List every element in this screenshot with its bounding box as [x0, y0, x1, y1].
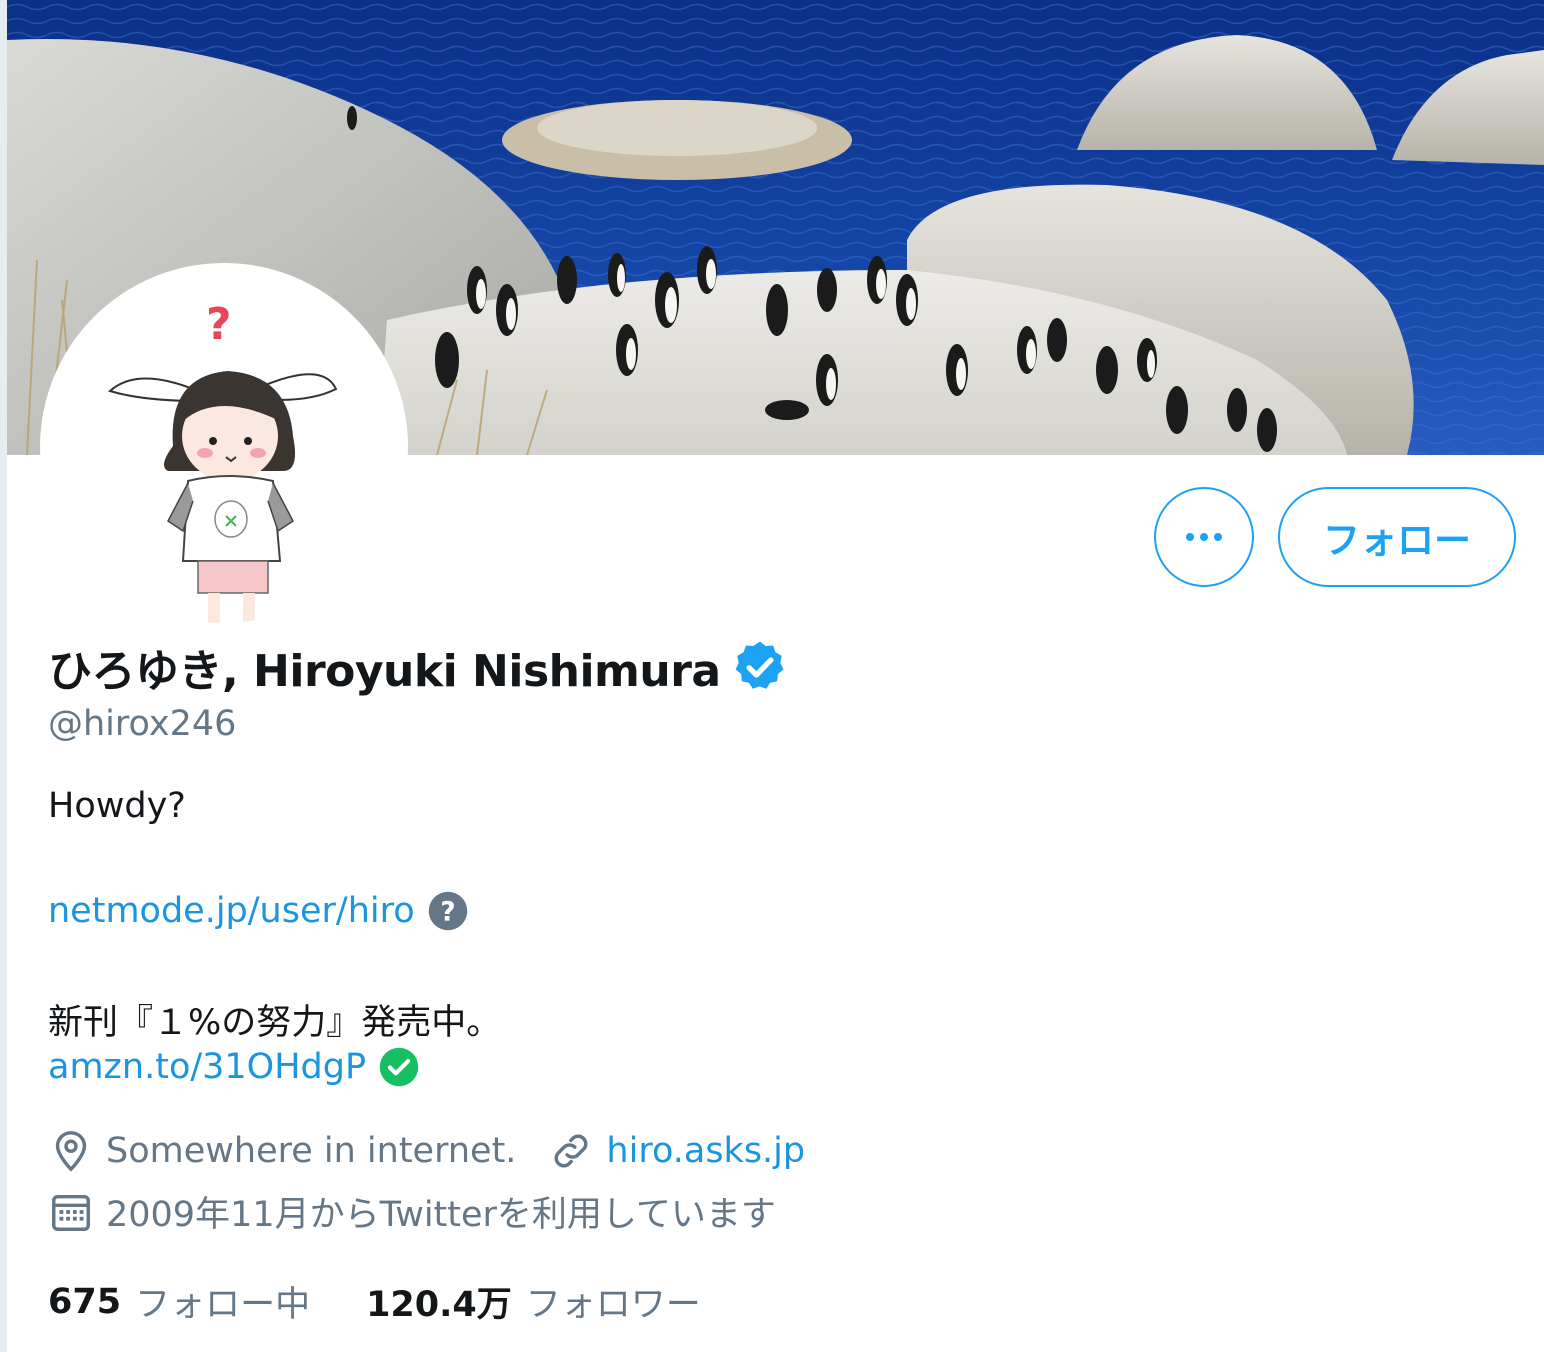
bio-greeting-line: Howdy?: [48, 786, 186, 826]
followers-label: フォロワー: [525, 1285, 701, 1325]
bio-link-amazon[interactable]: amzn.to/31OHdgP: [48, 1047, 366, 1087]
user-handle: @hirox246: [48, 704, 237, 744]
bio-link-netmode[interactable]: netmode.jp/user/hiro: [48, 891, 415, 931]
svg-text:?: ?: [440, 898, 455, 928]
joined-date-text: 2009年11月からTwitterを利用しています: [106, 1195, 776, 1235]
display-name: ひろゆき, Hiroyuki Nishimura: [48, 646, 721, 697]
bio-link2-line: amzn.to/31OHdgP: [48, 1046, 420, 1088]
svg-text:?: ?: [206, 299, 232, 350]
bio-link1-line: netmode.jp/user/hiro ?: [48, 890, 469, 932]
question-circle-icon[interactable]: ?: [427, 890, 469, 932]
followers-stat[interactable]: 120.4万 フォロワー: [366, 1276, 701, 1327]
location-pin-icon: [55, 1131, 87, 1172]
more-options-button[interactable]: [1154, 487, 1254, 587]
check-circle-icon: [379, 1047, 419, 1087]
profile-meta-row: Somewhere in internet. hiro.asks.jp: [48, 1128, 805, 1174]
page-border: [0, 0, 7, 1352]
calendar-icon: [52, 1194, 90, 1231]
verified-badge-icon: [735, 641, 784, 689]
bio-book-announcement: 新刊『１%の努力』発売中。: [48, 1003, 502, 1043]
display-name-row: ひろゆき, Hiroyuki Nishimura: [48, 632, 789, 702]
followers-count: 120.4万: [366, 1285, 512, 1325]
joined-row: 2009年11月からTwitterを利用しています: [48, 1186, 776, 1237]
profile-avatar[interactable]: ?: [40, 263, 408, 631]
avatar-illustration: ?: [48, 271, 400, 623]
bio-book-line: 新刊『１%の努力』発売中。: [48, 994, 501, 1045]
website-link[interactable]: hiro.asks.jp: [606, 1131, 805, 1171]
following-count: 675: [48, 1281, 122, 1322]
link-icon: [554, 1134, 588, 1168]
following-stat[interactable]: 675 フォロー中: [48, 1276, 310, 1327]
location-text: Somewhere in internet.: [106, 1131, 517, 1171]
bio-greeting: Howdy?: [48, 786, 186, 826]
follow-button[interactable]: フォロー: [1278, 487, 1516, 587]
more-dots-icon: [1186, 533, 1222, 541]
follow-stats: 675 フォロー中 120.4万 フォロワー: [48, 1276, 701, 1327]
following-label: フォロー中: [135, 1285, 311, 1325]
